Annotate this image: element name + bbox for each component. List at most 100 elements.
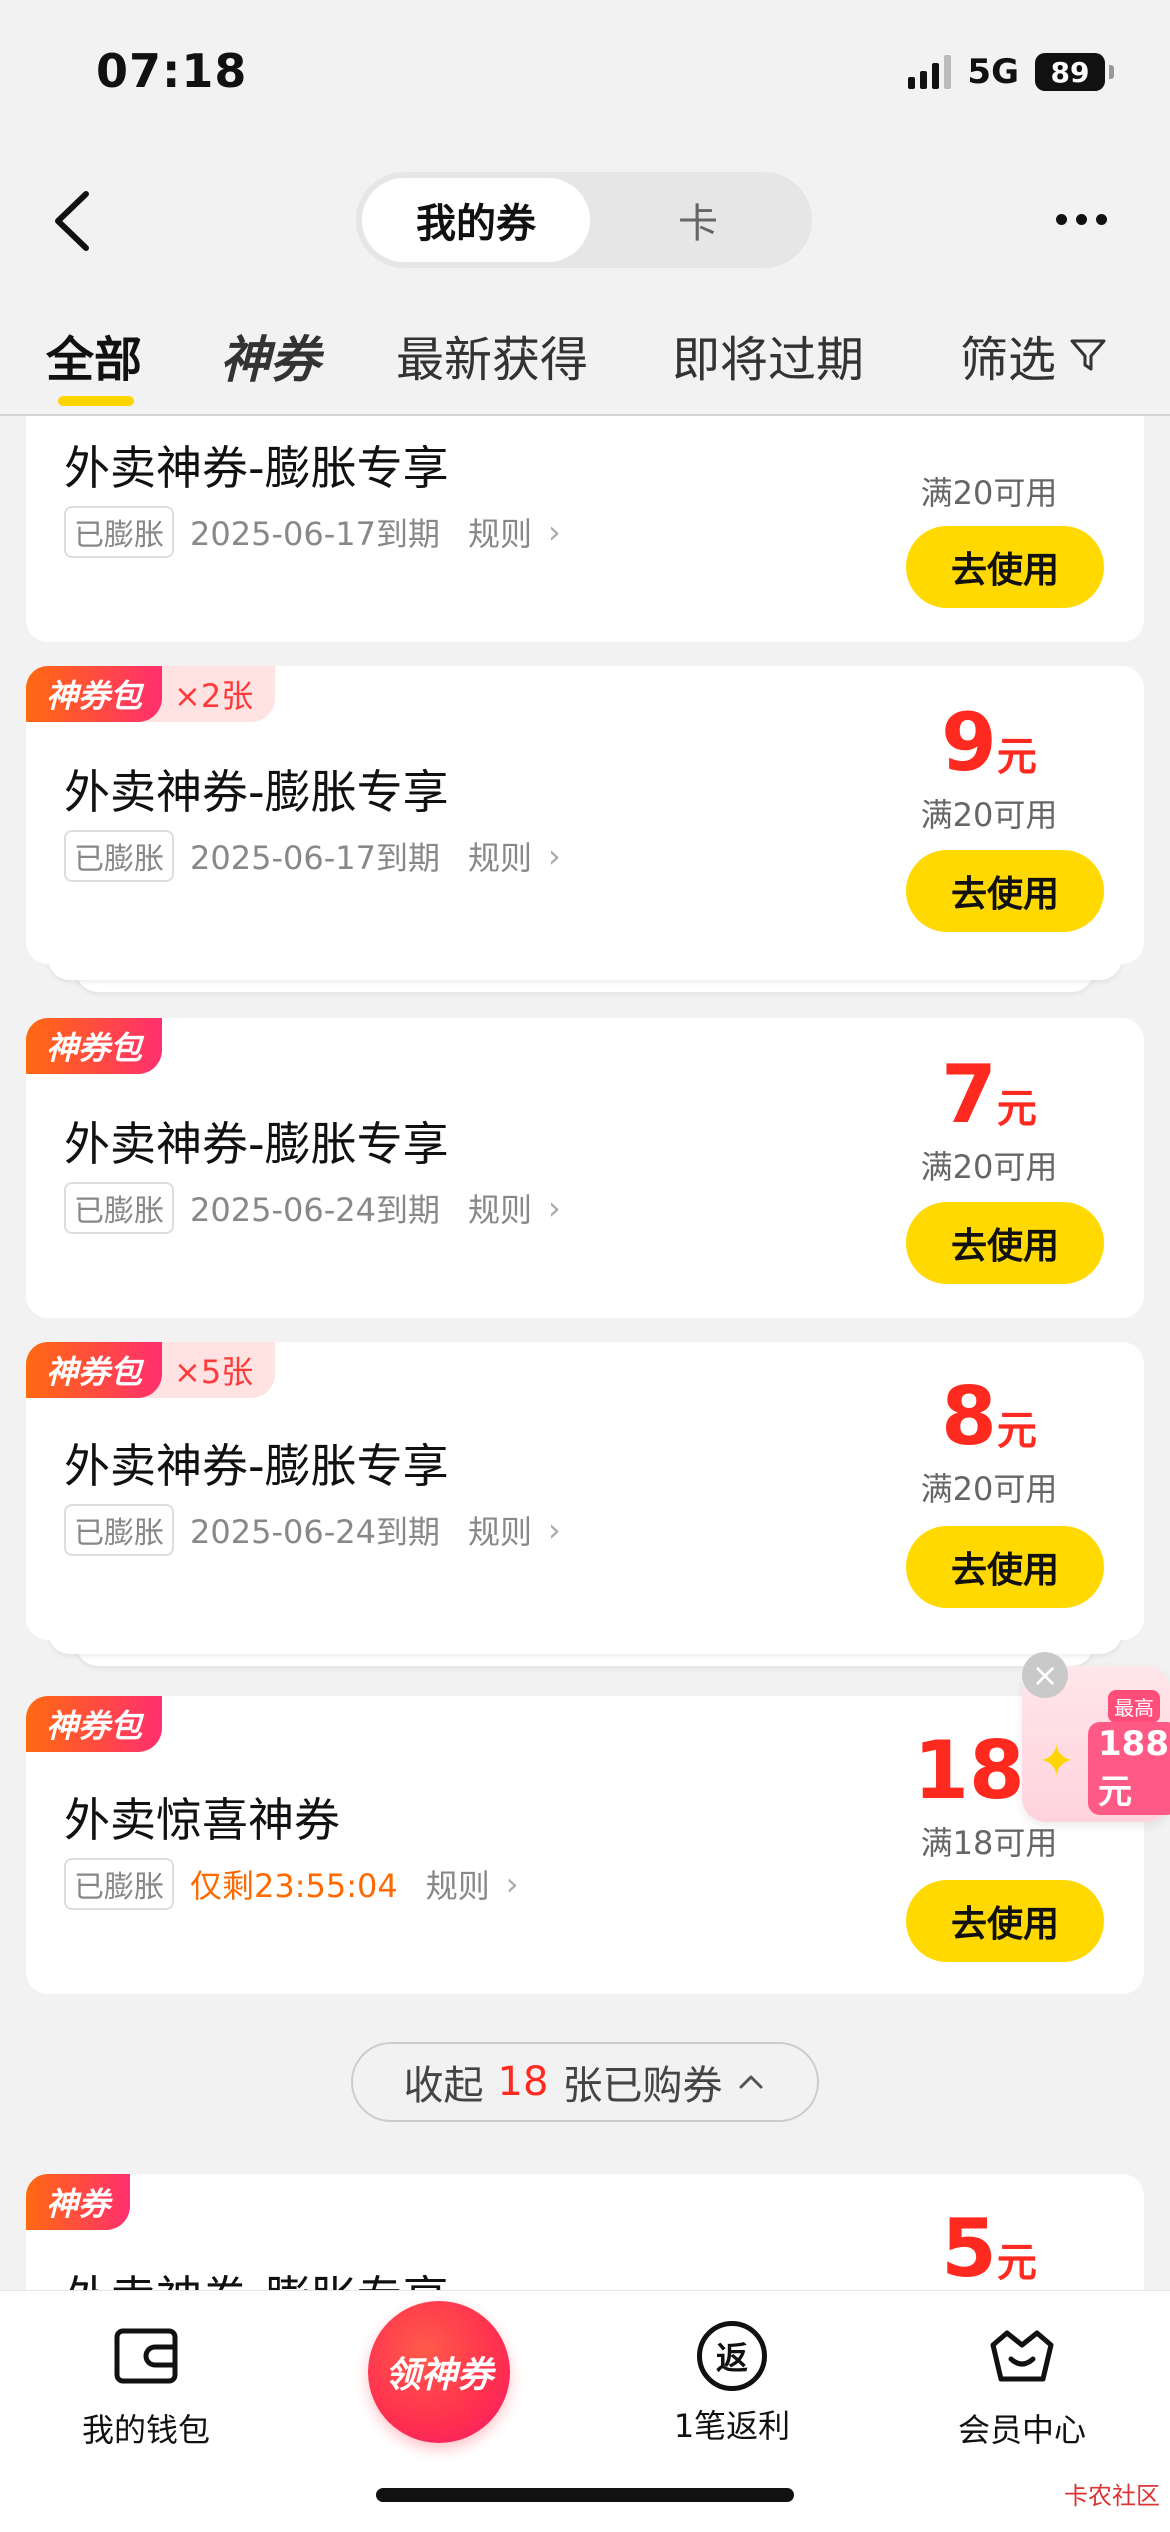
coupon-amount-value: 9 [941, 696, 997, 789]
status-time: 07:18 [96, 44, 248, 98]
use-coupon-button[interactable]: 去使用 [906, 850, 1104, 932]
coupon-amount-value: 8 [941, 1370, 997, 1463]
coupon-rule-link[interactable]: 规则 [468, 1185, 532, 1231]
coupon-rule-link[interactable]: 规则 [468, 1507, 532, 1553]
collapse-count: 18 [497, 2059, 549, 2105]
coupon-expiry: 2025-06-24到期 [190, 1191, 440, 1229]
tab-all[interactable]: 全部 [46, 320, 143, 406]
coupon-amount-value: 18 [913, 1724, 1025, 1817]
tab-filter[interactable]: 筛选 [960, 320, 1108, 390]
coupon-condition: 满20可用 [920, 1470, 1058, 1508]
inflated-tag: 已膨胀 [64, 506, 174, 558]
coupon-rule-link[interactable]: 规则 [468, 833, 532, 879]
coupon-card: 神券包 外卖惊喜神券 已膨胀 仅剩23:55:04 规则› 18元 满18可用 … [26, 1696, 1144, 1994]
use-coupon-button[interactable]: 去使用 [906, 526, 1104, 608]
segment-my-coupons[interactable]: 我的券 [362, 178, 590, 262]
more-options-button[interactable] [1056, 214, 1107, 225]
back-button[interactable] [46, 186, 106, 256]
coupon-amount-value: 5 [941, 2202, 997, 2295]
coupon-badge-label: 神券包 [26, 666, 163, 722]
inflated-tag: 已膨胀 [64, 1504, 174, 1556]
more-dot [1096, 214, 1107, 225]
segment-control: 我的券 卡 [356, 172, 812, 268]
coupon-badge-label: 神券包 [26, 1696, 163, 1752]
chevron-right-icon: › [548, 1189, 561, 1227]
coupon-badge-label: 神券包 [26, 1018, 163, 1074]
nav-rebate-label: 1笔返利 [673, 2407, 791, 2445]
watermark: 卡农社区 [1064, 2482, 1160, 2510]
tab-all-label: 全部 [46, 332, 143, 388]
battery-tip [1109, 65, 1114, 79]
tab-filter-label: 筛选 [960, 332, 1057, 388]
coupon-card: 7元 外卖神券-膨胀专享 满20可用 已膨胀 2025-06-17到期 规则› … [26, 380, 1144, 642]
rebate-icon-glyph: 返 [715, 2339, 748, 2377]
use-coupon-button[interactable]: 去使用 [906, 1202, 1104, 1284]
collapse-prefix: 收起 [403, 2063, 484, 2109]
coupon-meta: 已膨胀 2025-06-24到期 规则 › [64, 1182, 561, 1234]
more-dot [1076, 214, 1087, 225]
sparkle-icon: ✦ [1038, 1736, 1075, 1787]
coupon-amount: 5元 [834, 2202, 1144, 2295]
tab-newest[interactable]: 最新获得 [396, 320, 588, 390]
tab-expiring[interactable]: 即将过期 [672, 320, 864, 390]
get-coupon-button[interactable]: 领神券 [368, 2301, 510, 2443]
inflated-tag: 已膨胀 [64, 1858, 174, 1910]
status-bar: 07:18 5G 89 [0, 0, 1170, 150]
coupon-amount: 9元 [834, 696, 1144, 789]
collapse-suffix: 张已购券 [562, 2063, 723, 2109]
coupon-meta: 已膨胀 仅剩23:55:04 规则 › [64, 1858, 519, 1910]
nav-wallet[interactable]: 我的钱包 [36, 2321, 256, 2451]
close-icon[interactable]: × [1022, 1652, 1068, 1698]
chevron-up-icon [739, 2075, 763, 2089]
battery-icon: 89 [1035, 53, 1105, 91]
tab-shen-coupon[interactable]: 神券 [220, 320, 320, 392]
home-indicator[interactable] [376, 2488, 794, 2502]
use-coupon-button[interactable]: 去使用 [906, 1526, 1104, 1608]
coupon-meta: 已膨胀 2025-06-17到期 规则 › [64, 830, 561, 882]
coupon-amount-value: 7 [941, 1048, 997, 1141]
chevron-left-icon [55, 191, 89, 251]
coupon-title: 外卖惊喜神券 [64, 1793, 340, 1847]
coupon-title: 外卖神券-膨胀专享 [64, 1439, 449, 1493]
nav-wallet-label: 我的钱包 [81, 2411, 210, 2449]
coupon-rule-link[interactable]: 规则 [468, 509, 532, 555]
chevron-right-icon: › [505, 1865, 519, 1903]
coupon-amount-unit: 元 [996, 734, 1037, 780]
coupon-badge-label: 神券包 [26, 1342, 163, 1398]
coupon-meta: 已膨胀 2025-06-24到期 规则 › [64, 1504, 561, 1556]
coupon-condition: 满18可用 [920, 1824, 1058, 1862]
coupon-badge: 神券包 [26, 1018, 163, 1074]
coupon-rule-link[interactable]: 规则 [426, 1861, 490, 1907]
coupon-badge-count: ×5张 [144, 1342, 276, 1398]
coupon-condition: 满20可用 [920, 1148, 1058, 1186]
chevron-right-icon: › [548, 837, 561, 875]
coupon-countdown: 仅剩23:55:04 [190, 1867, 398, 1905]
coupon-card: 神券包 ×5张 外卖神券-膨胀专享 已膨胀 2025-06-24到期 规则 › 8… [26, 1342, 1144, 1640]
coupon-amount-unit: 元 [996, 1086, 1037, 1132]
coupon-title: 外卖神券-膨胀专享 [64, 441, 449, 495]
collapse-purchased-button[interactable]: 收起 18 张已购券 [351, 2042, 819, 2122]
filter-icon [1070, 339, 1106, 371]
promo-value: 188元 [1088, 1722, 1170, 1815]
coupon-badge: 神券包 ×2张 [26, 666, 276, 722]
coupon-expiry: 2025-06-17到期 [190, 515, 440, 553]
promo-top-label: 最高 [1108, 1690, 1160, 1723]
filter-tabs: 全部 神券 最新获得 即将过期 筛选 [0, 290, 1170, 416]
chevron-right-icon: › [548, 1511, 561, 1549]
coupon-title: 外卖神券-膨胀专享 [64, 1117, 449, 1171]
network-label: 5G [967, 52, 1019, 92]
coupon-expiry: 2025-06-24到期 [190, 1513, 440, 1551]
inflated-tag: 已膨胀 [64, 830, 174, 882]
coupon-badge-count: ×2张 [144, 666, 276, 722]
tab-active-indicator [58, 396, 134, 406]
coupon-badge: 神券包 [26, 1696, 163, 1752]
segment-cards[interactable]: 卡 [590, 178, 806, 262]
coupon-card: 神券包 ×2张 外卖神券-膨胀专享 已膨胀 2025-06-17到期 规则 › 9… [26, 666, 1144, 964]
nav-member[interactable]: 会员中心 [912, 2321, 1132, 2451]
more-dot [1056, 214, 1067, 225]
use-coupon-button[interactable]: 去使用 [906, 1880, 1104, 1962]
coupon-amount: 8元 [834, 1370, 1144, 1463]
nav-rebate[interactable]: 返 1笔返利 [622, 2321, 842, 2447]
rebate-icon: 返 [697, 2321, 767, 2391]
coupon-badge: 神券 [26, 2174, 131, 2230]
